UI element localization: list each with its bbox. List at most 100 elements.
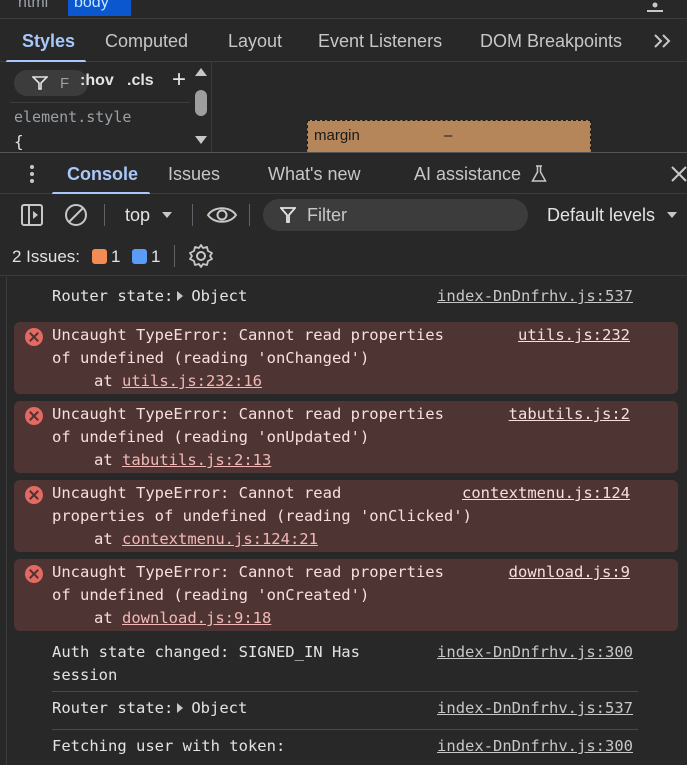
tab-event-listeners[interactable]: Event Listeners xyxy=(318,31,442,52)
breadcrumb-body[interactable]: body xyxy=(68,0,131,16)
styles-divider xyxy=(10,102,190,103)
tab-console[interactable]: Console xyxy=(67,164,138,185)
eye-icon[interactable] xyxy=(206,203,238,227)
console-filter-input[interactable] xyxy=(263,199,528,231)
error-message: Uncaught TypeError: Cannot read properti… xyxy=(14,401,678,473)
message-object[interactable]: Object xyxy=(191,699,247,717)
gear-icon[interactable] xyxy=(188,243,214,269)
stack-link[interactable]: contextmenu.js:124:21 xyxy=(122,530,318,548)
source-link[interactable]: download.js:9 xyxy=(509,561,630,584)
filter-icon xyxy=(32,76,48,90)
source-link[interactable]: index-DnDnfrhv.js:537 xyxy=(437,697,633,720)
stack-link[interactable]: utils.js:232:16 xyxy=(122,372,262,390)
new-rule-button[interactable]: + xyxy=(172,66,186,94)
error-line-2: properties of undefined (reading 'onClic… xyxy=(52,507,472,525)
toolbar-separator xyxy=(192,204,193,226)
source-link[interactable]: contextmenu.js:124 xyxy=(462,482,630,505)
error-line-1: Uncaught TypeError: Cannot read properti… xyxy=(52,405,444,423)
tab-ai-assistance[interactable]: AI assistance xyxy=(414,164,521,185)
issues-error-count: 1 xyxy=(111,247,121,266)
toolbar-separator xyxy=(104,204,105,226)
element-style-selector[interactable]: element.style xyxy=(14,108,131,126)
log-levels-dropdown[interactable]: Default levels xyxy=(547,205,655,226)
error-line-1: Uncaught TypeError: Cannot read properti… xyxy=(52,326,444,344)
more-tabs-icon[interactable] xyxy=(652,32,674,50)
tab-whats-new[interactable]: What's new xyxy=(268,164,360,185)
hov-button[interactable]: :hov xyxy=(80,72,114,90)
styles-filter-input[interactable]: F xyxy=(14,70,88,96)
error-icon xyxy=(25,565,43,583)
styles-scrollbar[interactable] xyxy=(193,68,209,148)
chevron-down-icon[interactable] xyxy=(666,210,678,220)
issue-info-icon xyxy=(132,249,147,264)
error-icon xyxy=(25,407,43,425)
tab-dom-breakpoints[interactable]: DOM Breakpoints xyxy=(480,31,622,52)
context-selector[interactable]: top xyxy=(125,205,150,226)
tab-issues[interactable]: Issues xyxy=(168,164,220,185)
error-icon xyxy=(25,486,43,504)
drawer-tabs: Console Issues What's new AI assistance xyxy=(0,152,687,195)
margin-box[interactable]: margin – xyxy=(307,120,591,152)
source-link[interactable]: tabutils.js:2 xyxy=(509,403,630,426)
error-line-1: Uncaught TypeError: Cannot read xyxy=(52,484,342,502)
clear-console-icon[interactable] xyxy=(64,203,88,227)
stack-at: at xyxy=(94,609,122,627)
styles-pane: F :hov .cls + element.style { xyxy=(0,62,212,152)
error-message: Uncaught TypeError: Cannot read properti… xyxy=(14,559,678,631)
message-object[interactable]: Object xyxy=(191,287,247,305)
tab-styles[interactable]: Styles xyxy=(22,31,75,52)
flask-icon xyxy=(531,165,547,182)
console-output: Router state: Object index-DnDnfrhv.js:53… xyxy=(6,277,687,765)
breadcrumb-html[interactable]: html xyxy=(12,0,54,16)
message-text: Router state: Object xyxy=(52,697,247,720)
message-separator xyxy=(52,691,638,692)
stack-link[interactable]: download.js:9:18 xyxy=(122,609,271,627)
stack-frame: at download.js:9:18 xyxy=(94,607,271,630)
sidebar-toggle-icon[interactable] xyxy=(20,203,44,227)
expand-triangle-icon[interactable] xyxy=(177,703,184,713)
dock-icon[interactable] xyxy=(645,2,665,16)
drawer-menu-icon[interactable] xyxy=(24,163,40,185)
tab-computed[interactable]: Computed xyxy=(105,31,188,52)
issues-count-label[interactable]: 2 Issues: xyxy=(12,247,80,267)
message-label: Router state: xyxy=(52,699,174,717)
message-text: Fetching user with token: xyxy=(52,737,286,755)
issue-warning-icon xyxy=(92,249,107,264)
expand-triangle-icon[interactable] xyxy=(177,291,184,301)
message-label: Router state: xyxy=(52,287,174,305)
stack-at: at xyxy=(94,530,122,548)
source-link[interactable]: utils.js:232 xyxy=(518,324,630,347)
message-line-2: session xyxy=(52,666,118,684)
box-model-pane: margin – xyxy=(213,62,687,152)
stack-frame: at utils.js:232:16 xyxy=(94,370,262,393)
console-message: Auth state changed: SIGNED_IN Has sessio… xyxy=(7,639,687,689)
cls-button[interactable]: .cls xyxy=(127,72,154,90)
console-message: Router state: Object index-DnDnfrhv.js:53… xyxy=(7,697,687,727)
message-line-1: Auth state changed: SIGNED_IN Has xyxy=(52,643,360,661)
source-link[interactable]: index-DnDnfrhv.js:300 xyxy=(437,641,633,664)
message-separator xyxy=(52,729,638,730)
stack-link[interactable]: tabutils.js:2:13 xyxy=(122,451,271,469)
close-drawer-icon[interactable] xyxy=(668,163,687,185)
issues-error-badge[interactable]: 1 xyxy=(92,247,120,267)
margin-value[interactable]: – xyxy=(444,127,452,144)
stack-frame: at contextmenu.js:124:21 xyxy=(94,528,318,551)
issues-info-badge[interactable]: 1 xyxy=(132,247,160,267)
console-message: Router state: Object index-DnDnfrhv.js:53… xyxy=(7,285,687,315)
toolbar-separator xyxy=(249,204,250,226)
error-message: Uncaught TypeError: Cannot read properti… xyxy=(14,480,678,552)
element-style-brace: { xyxy=(14,132,24,151)
elements-subtabs: Styles Computed Layout Event Listeners D… xyxy=(0,18,687,63)
console-message: Fetching user with token: index-DnDnfrhv… xyxy=(7,735,687,765)
message-text: Router state: Object xyxy=(52,285,247,308)
issues-info-count: 1 xyxy=(151,247,161,266)
error-icon xyxy=(25,328,43,346)
filter-icon xyxy=(280,207,296,223)
toolbar-separator xyxy=(174,245,175,267)
source-link[interactable]: index-DnDnfrhv.js:537 xyxy=(437,285,633,308)
tab-layout[interactable]: Layout xyxy=(228,31,282,52)
breadcrumb: html body xyxy=(0,0,687,18)
chevron-down-icon[interactable] xyxy=(161,210,173,220)
source-link[interactable]: index-DnDnfrhv.js:300 xyxy=(437,735,633,758)
issues-bar: 2 Issues: 1 1 xyxy=(0,236,687,276)
